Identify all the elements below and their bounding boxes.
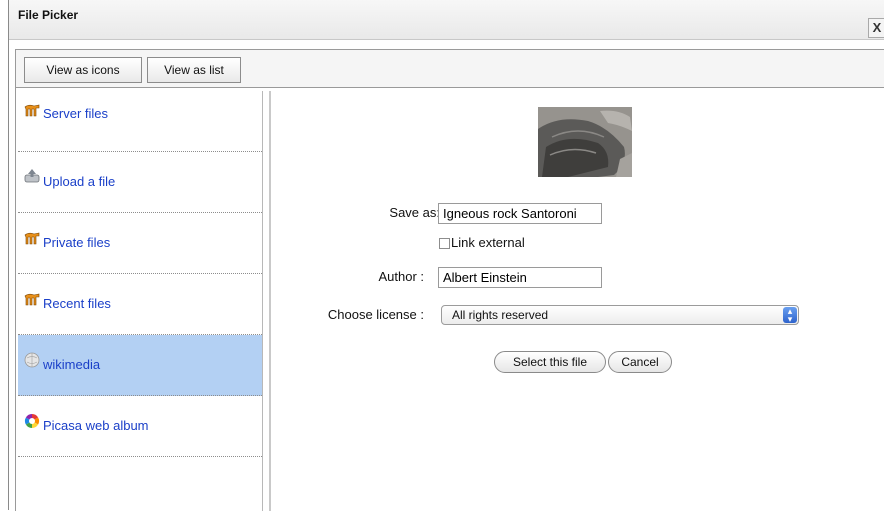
sidebar-item-wikimedia[interactable]: wikimedia: [18, 335, 262, 396]
close-button[interactable]: X: [868, 18, 884, 38]
link-external-label: Link external: [451, 235, 525, 250]
author-label: Author :: [378, 269, 424, 284]
wikimedia-icon: [24, 352, 40, 368]
sidebar-item-private-files[interactable]: Private files: [18, 213, 262, 274]
cancel-button[interactable]: Cancel: [608, 351, 672, 373]
sidebar-item-label: Picasa web album: [43, 418, 149, 433]
moodle-icon: [24, 104, 40, 117]
file-details-panel: Save as: Igneous rock Santoroni Link ext…: [272, 91, 884, 511]
content-area: Server files Upload a file Private files: [15, 87, 884, 511]
chevron-up-down-icon: ▴ ▾: [783, 307, 797, 324]
sidebar-item-recent-files[interactable]: Recent files: [18, 274, 262, 335]
repository-sidebar: Server files Upload a file Private files: [16, 91, 263, 511]
select-this-file-button[interactable]: Select this file: [494, 351, 606, 373]
license-selected-value: All rights reserved: [452, 308, 549, 322]
view-as-list-button[interactable]: View as list: [147, 57, 241, 83]
sidebar-item-label: Recent files: [43, 296, 111, 311]
save-as-label: Save as:: [389, 205, 440, 220]
sidebar-item-label: Private files: [43, 235, 111, 250]
sidebar-item-label: Upload a file: [43, 174, 116, 189]
picasa-icon: [24, 413, 40, 429]
panel-divider: [269, 91, 271, 511]
view-as-icons-button[interactable]: View as icons: [24, 57, 142, 83]
sidebar-item-label: wikimedia: [43, 357, 101, 372]
sidebar-item-server-files[interactable]: Server files: [18, 91, 262, 152]
dialog-title: File Picker: [18, 8, 79, 22]
sidebar-item-label: Server files: [43, 106, 109, 121]
file-picker-dialog: File Picker X View as icons View as list…: [8, 0, 884, 511]
link-external-checkbox[interactable]: [439, 238, 450, 249]
moodle-icon: [24, 293, 40, 306]
file-thumbnail: [538, 107, 632, 177]
upload-icon: [24, 169, 40, 183]
title-bar: File Picker X: [9, 0, 884, 40]
author-input[interactable]: Albert Einstein: [438, 267, 602, 288]
moodle-icon: [24, 232, 40, 245]
view-toolbar: View as icons View as list: [15, 49, 884, 88]
save-as-input[interactable]: Igneous rock Santoroni: [438, 203, 602, 224]
sidebar-item-picasa-web-album[interactable]: Picasa web album: [18, 396, 262, 457]
sidebar-item-upload-a-file[interactable]: Upload a file: [18, 152, 262, 213]
choose-license-label: Choose license :: [327, 307, 424, 322]
license-select[interactable]: All rights reserved ▴ ▾: [441, 305, 799, 325]
